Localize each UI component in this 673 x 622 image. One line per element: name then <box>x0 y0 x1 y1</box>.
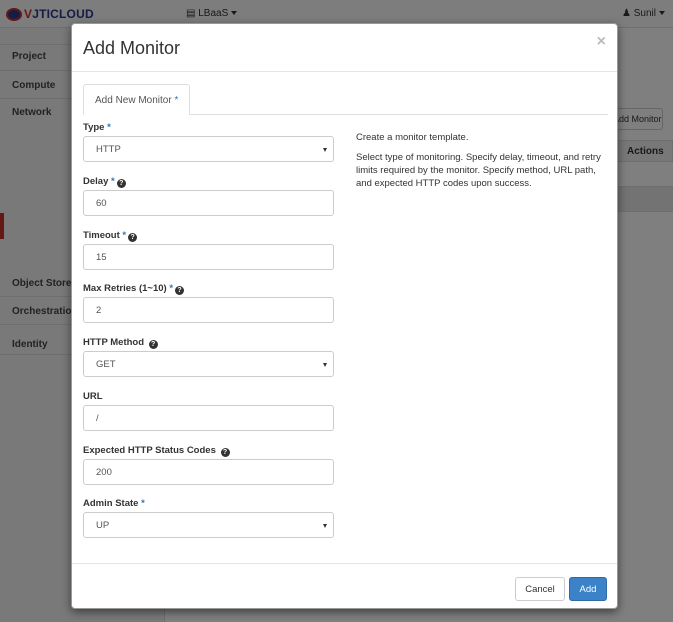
type-select[interactable]: HTTP <box>83 136 334 162</box>
help-paragraph: Select type of monitoring. Specify delay… <box>356 152 601 189</box>
field-group-max-retries: Max Retries (1~10) *? 2 <box>83 283 334 323</box>
required-marker: * <box>174 95 179 106</box>
modal-header: Add Monitor × <box>72 24 617 72</box>
tab-add-new-monitor[interactable]: Add New Monitor * <box>83 84 191 115</box>
admin-state-select[interactable]: UP <box>83 512 334 538</box>
close-icon[interactable]: × <box>597 33 606 51</box>
modal-tabs: Add New Monitor * <box>83 84 608 115</box>
timeout-input[interactable]: 15 <box>83 244 334 270</box>
add-button[interactable]: Add <box>569 577 607 601</box>
admin-state-label: Admin State <box>83 498 139 509</box>
field-group-timeout: Timeout *? 15 <box>83 230 334 270</box>
help-text: Create a monitor template. Select type o… <box>356 131 606 197</box>
field-group-url: URL / <box>83 391 334 431</box>
field-group-delay: Delay *? 60 <box>83 176 334 216</box>
type-label: Type <box>83 122 105 133</box>
modal-footer: Cancel Add <box>72 563 617 609</box>
cancel-button[interactable]: Cancel <box>515 577 565 601</box>
required-marker: * <box>111 176 115 187</box>
question-circle-icon[interactable]: ? <box>220 448 230 457</box>
url-input[interactable]: / <box>83 405 334 431</box>
add-monitor-modal: Add Monitor × Add New Monitor * Type * H… <box>71 23 618 609</box>
required-marker: * <box>141 498 145 509</box>
required-marker: * <box>122 230 127 241</box>
field-group-admin-state: Admin State * UP <box>83 498 334 538</box>
expected-codes-input[interactable]: 200 <box>83 459 334 485</box>
http-method-label: HTTP Method <box>83 337 145 348</box>
required-marker: * <box>169 283 174 294</box>
expected-codes-label: Expected HTTP Status Codes <box>83 445 216 456</box>
timeout-label: Timeout <box>83 230 120 241</box>
question-circle-icon[interactable]: ? <box>175 286 185 295</box>
field-group-expected-codes: Expected HTTP Status Codes ? 200 <box>83 445 334 485</box>
max-retries-input[interactable]: 2 <box>83 297 334 323</box>
delay-label: Delay <box>83 176 109 187</box>
max-retries-label: Max Retries (1~10) <box>83 283 167 294</box>
help-paragraph: Create a monitor template. <box>356 132 469 143</box>
delay-input[interactable]: 60 <box>83 190 334 216</box>
modal-title: Add Monitor <box>83 38 181 58</box>
field-group-http-method: HTTP Method ? GET <box>83 337 334 377</box>
question-circle-icon[interactable]: ? <box>116 179 126 188</box>
question-circle-icon[interactable]: ? <box>148 340 158 349</box>
http-method-select[interactable]: GET <box>83 351 334 377</box>
field-group-type: Type * HTTP <box>83 122 334 162</box>
url-label: URL <box>83 391 103 402</box>
required-marker: * <box>107 122 111 133</box>
question-circle-icon[interactable]: ? <box>128 233 138 242</box>
